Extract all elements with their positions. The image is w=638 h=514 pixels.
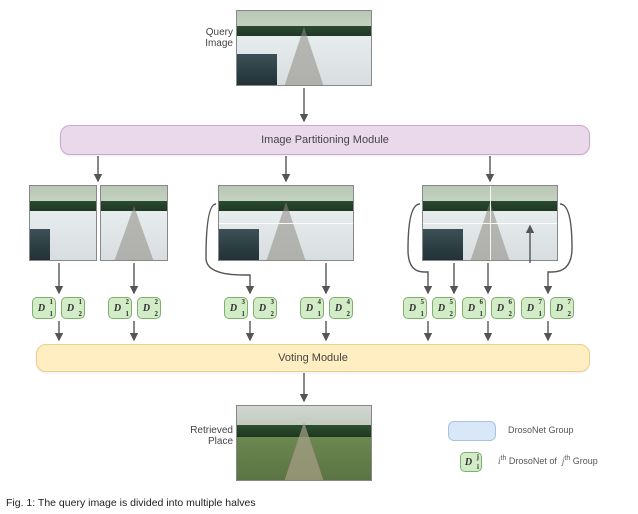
drosonet-box: D71 (521, 297, 545, 319)
d-group-5: D51D52 (403, 297, 456, 319)
drosonet-box: D51 (403, 297, 427, 319)
legend-group-text: DrosoNet Group (508, 425, 574, 435)
d-group-1: D11D12 (32, 297, 85, 319)
query-label: Query Image (191, 27, 233, 49)
d-group-7: D71D72 (521, 297, 574, 319)
drosonet-box: D22 (137, 297, 161, 319)
drosonet-box: D62 (491, 297, 515, 319)
voting-label: Voting Module (278, 352, 348, 364)
legend-drosonet-swatch: Dji (460, 452, 482, 472)
d-group-4: D41D42 (300, 297, 353, 319)
partition-module: Image Partitioning Module (60, 125, 590, 155)
caption-rest: The query image is divided into multiple… (35, 497, 255, 509)
d-group-2: D21D22 (108, 297, 161, 319)
partition-img-3 (422, 185, 558, 261)
query-image (236, 10, 372, 86)
partition-img-1-right (100, 185, 168, 261)
d-group-3: D31D32 (224, 297, 277, 319)
drosonet-box: D52 (432, 297, 456, 319)
voting-module: Voting Module (36, 344, 590, 372)
d-group-6: D61D62 (462, 297, 515, 319)
legend-drosonet-text: ith DrosoNet of jth Group (498, 455, 633, 466)
drosonet-box: D72 (550, 297, 574, 319)
drosonet-box: D12 (61, 297, 85, 319)
drosonet-box: D42 (329, 297, 353, 319)
retrieved-label: Retrieved Place (183, 425, 233, 447)
drosonet-box: D11 (32, 297, 56, 319)
retrieved-image (236, 405, 372, 481)
figure-caption: Fig. 1: The query image is divided into … (6, 497, 256, 509)
partition-img-2 (218, 185, 354, 261)
drosonet-box: D21 (108, 297, 132, 319)
partition-img-1-left (29, 185, 97, 261)
legend-group-swatch (448, 421, 496, 441)
drosonet-box: D41 (300, 297, 324, 319)
caption-prefix: Fig. 1: (6, 497, 35, 509)
drosonet-box: D61 (462, 297, 486, 319)
partition-label: Image Partitioning Module (261, 134, 389, 146)
drosonet-box: D32 (253, 297, 277, 319)
drosonet-box: D31 (224, 297, 248, 319)
